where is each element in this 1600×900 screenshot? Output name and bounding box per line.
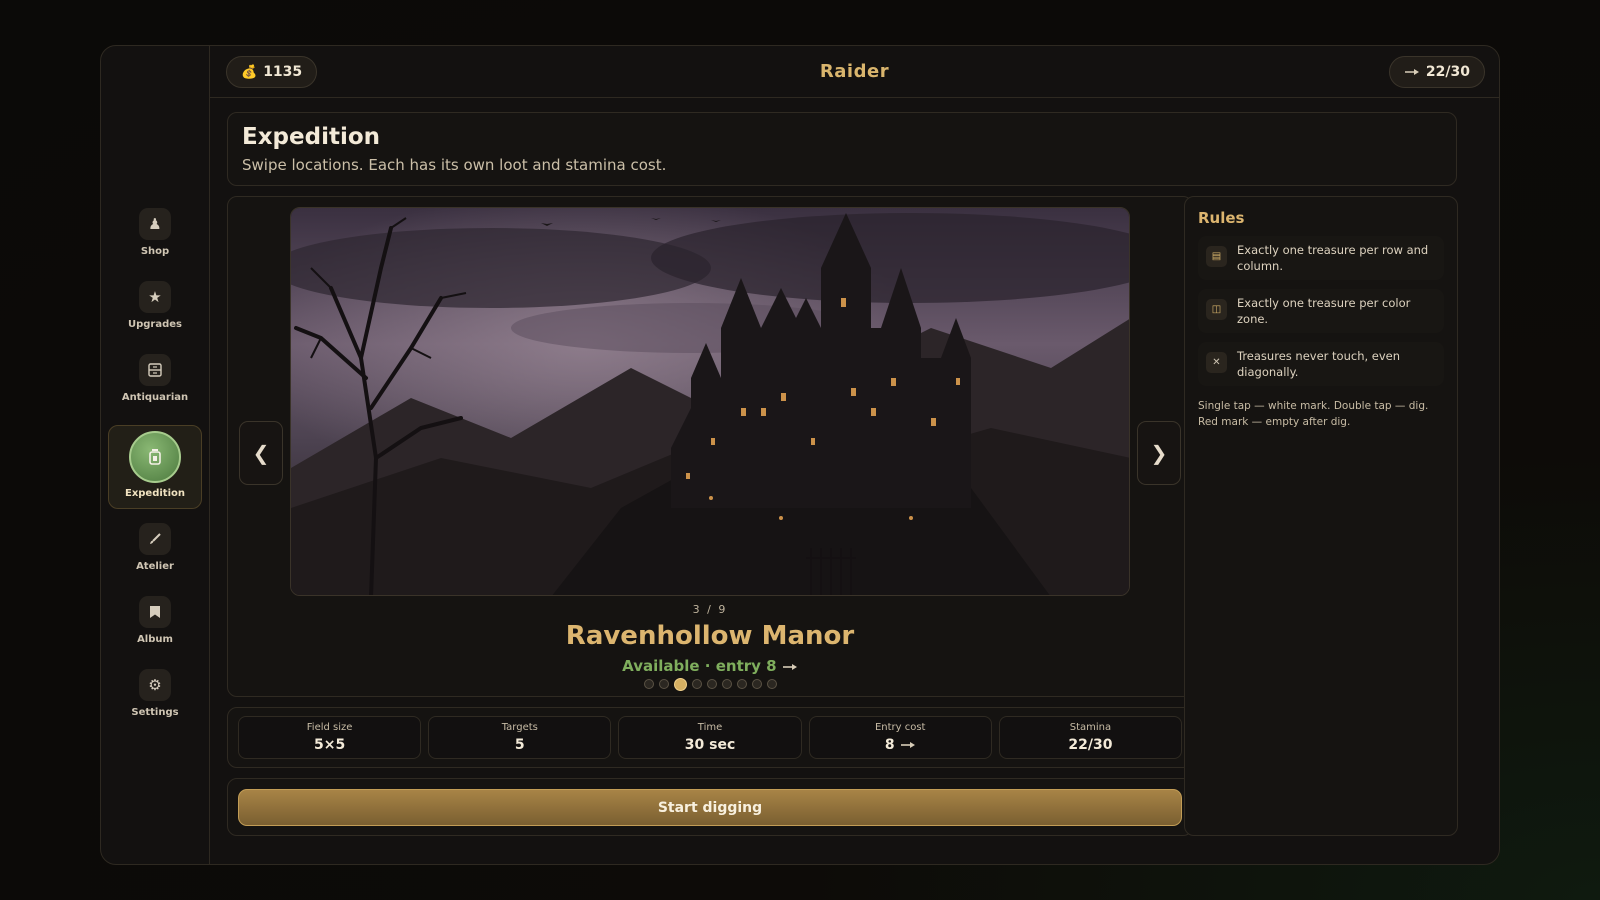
carousel-dot[interactable]: [721, 679, 732, 689]
status-text: Available · entry 8: [622, 657, 777, 675]
stamina-value: 22/30: [1425, 64, 1470, 80]
nav-label: Expedition: [124, 488, 185, 499]
stat-label: Entry cost: [874, 722, 926, 733]
carousel-dot[interactable]: [736, 679, 747, 689]
nav-label: Shop: [140, 246, 170, 257]
stat-entry-cost: Entry cost 8: [808, 716, 992, 759]
cabinet-icon: [139, 354, 171, 386]
top-bar: 💰 1135 Raider 22/30: [210, 46, 1499, 98]
rule-item: ✕ Treasures never touch, even diagonally…: [1198, 342, 1444, 386]
cross-icon: ✕: [1206, 352, 1227, 373]
rules-note: Single tap — white mark. Double tap — di…: [1198, 400, 1429, 428]
nav-label: Album: [137, 634, 173, 645]
nav-item-shop[interactable]: ♟ Shop: [108, 204, 202, 277]
nav-item-antiquarian[interactable]: Antiquarian: [108, 350, 202, 423]
nav-item-expedition[interactable]: Expedition: [108, 425, 202, 509]
entry-cost-value: 8: [884, 737, 895, 753]
stat-value: 8: [885, 737, 916, 753]
carousel-dot[interactable]: [706, 679, 717, 689]
carousel-dot[interactable]: [766, 679, 777, 689]
rules-panel: Rules ▤ Exactly one treasure per row and…: [1184, 196, 1458, 836]
stat-targets: Targets 5: [428, 716, 612, 759]
page-subtitle: Swipe locations. Each has its own loot a…: [242, 156, 667, 174]
carousel-dot[interactable]: [751, 679, 762, 689]
page-header: Expedition Swipe locations. Each has its…: [227, 112, 1457, 186]
coin-bag-icon: 💰: [241, 64, 258, 80]
start-digging-button[interactable]: Start digging: [238, 789, 1182, 826]
gear-icon: ⚙: [139, 669, 171, 701]
shovel-icon: [900, 737, 916, 753]
stat-value: 5: [514, 737, 525, 753]
app-window: ♟ Shop ★ Upgrades Antiquarian Expedition…: [100, 45, 1500, 865]
prev-location-button[interactable]: ❮: [239, 421, 283, 485]
nav-item-upgrades[interactable]: ★ Upgrades: [108, 277, 202, 350]
star-icon: ★: [139, 281, 171, 313]
carousel-dot[interactable]: [643, 679, 654, 689]
rule-text: Treasures never touch, even diagonally.: [1237, 349, 1401, 379]
next-location-button[interactable]: ❯: [1137, 421, 1181, 485]
carousel-dots: [228, 678, 1192, 691]
brush-icon: [139, 523, 171, 555]
rule-text: Exactly one treasure per row and column.: [1237, 243, 1429, 273]
nav-item-album[interactable]: Album: [108, 592, 202, 665]
page-title: Expedition: [242, 124, 381, 150]
rules-title: Rules: [1198, 209, 1245, 227]
nav-item-atelier[interactable]: Atelier: [108, 519, 202, 592]
stat-time: Time 30 sec: [618, 716, 802, 759]
stat-label: Targets: [501, 722, 538, 733]
shovel-icon: [1404, 64, 1420, 80]
bookmark-icon: [139, 596, 171, 628]
carousel-dot[interactable]: [673, 678, 687, 691]
coins-value: 1135: [263, 64, 303, 80]
stat-label: Time: [697, 722, 723, 733]
location-status: Available · entry 8: [228, 657, 1192, 675]
rows-icon: ▤: [1206, 246, 1227, 267]
stat-label: Field size: [306, 722, 353, 733]
shop-icon: ♟: [139, 208, 171, 240]
app-title: Raider: [819, 61, 890, 82]
nav-label: Atelier: [136, 561, 174, 572]
start-section: Start digging: [227, 778, 1193, 836]
stat-value: 30 sec: [684, 737, 736, 753]
stat-value: 5×5: [313, 737, 346, 753]
nav-label: Settings: [131, 707, 179, 718]
chevron-right-icon: ❯: [1150, 441, 1168, 465]
location-carousel: ❮ ❯ 3 / 9 Ravenhollow Manor Available · …: [227, 196, 1193, 697]
location-stats: Field size 5×5 Targets 5 Time 30 sec Ent…: [227, 707, 1193, 768]
zones-icon: ◫: [1206, 299, 1227, 320]
rule-item: ◫ Exactly one treasure per color zone.: [1198, 289, 1444, 333]
nav-label: Upgrades: [127, 319, 182, 330]
carousel-dot[interactable]: [658, 679, 669, 689]
stat-value: 22/30: [1068, 737, 1113, 753]
shovel-icon: [782, 657, 798, 675]
carousel-dot[interactable]: [691, 679, 702, 689]
location-image[interactable]: [290, 207, 1130, 596]
stat-stamina: Stamina 22/30: [998, 716, 1183, 759]
main-panel: 💰 1135 Raider 22/30 Expedition Swipe loc…: [210, 46, 1499, 864]
location-counter: 3 / 9: [692, 603, 728, 616]
rule-item: ▤ Exactly one treasure per row and colum…: [1198, 236, 1444, 280]
rule-text: Exactly one treasure per color zone.: [1237, 296, 1411, 326]
sidebar-nav: ♟ Shop ★ Upgrades Antiquarian Expedition…: [101, 46, 210, 864]
nav-label: Antiquarian: [121, 392, 189, 403]
lantern-icon: [129, 431, 181, 483]
stat-field-size: Field size 5×5: [238, 716, 422, 759]
location-name: Ravenhollow Manor: [565, 621, 855, 651]
coins-counter[interactable]: 💰 1135: [226, 56, 318, 88]
stamina-counter[interactable]: 22/30: [1388, 56, 1485, 88]
nav-item-settings[interactable]: ⚙ Settings: [108, 665, 202, 738]
chevron-left-icon: ❮: [252, 441, 270, 465]
stat-label: Stamina: [1069, 722, 1112, 733]
